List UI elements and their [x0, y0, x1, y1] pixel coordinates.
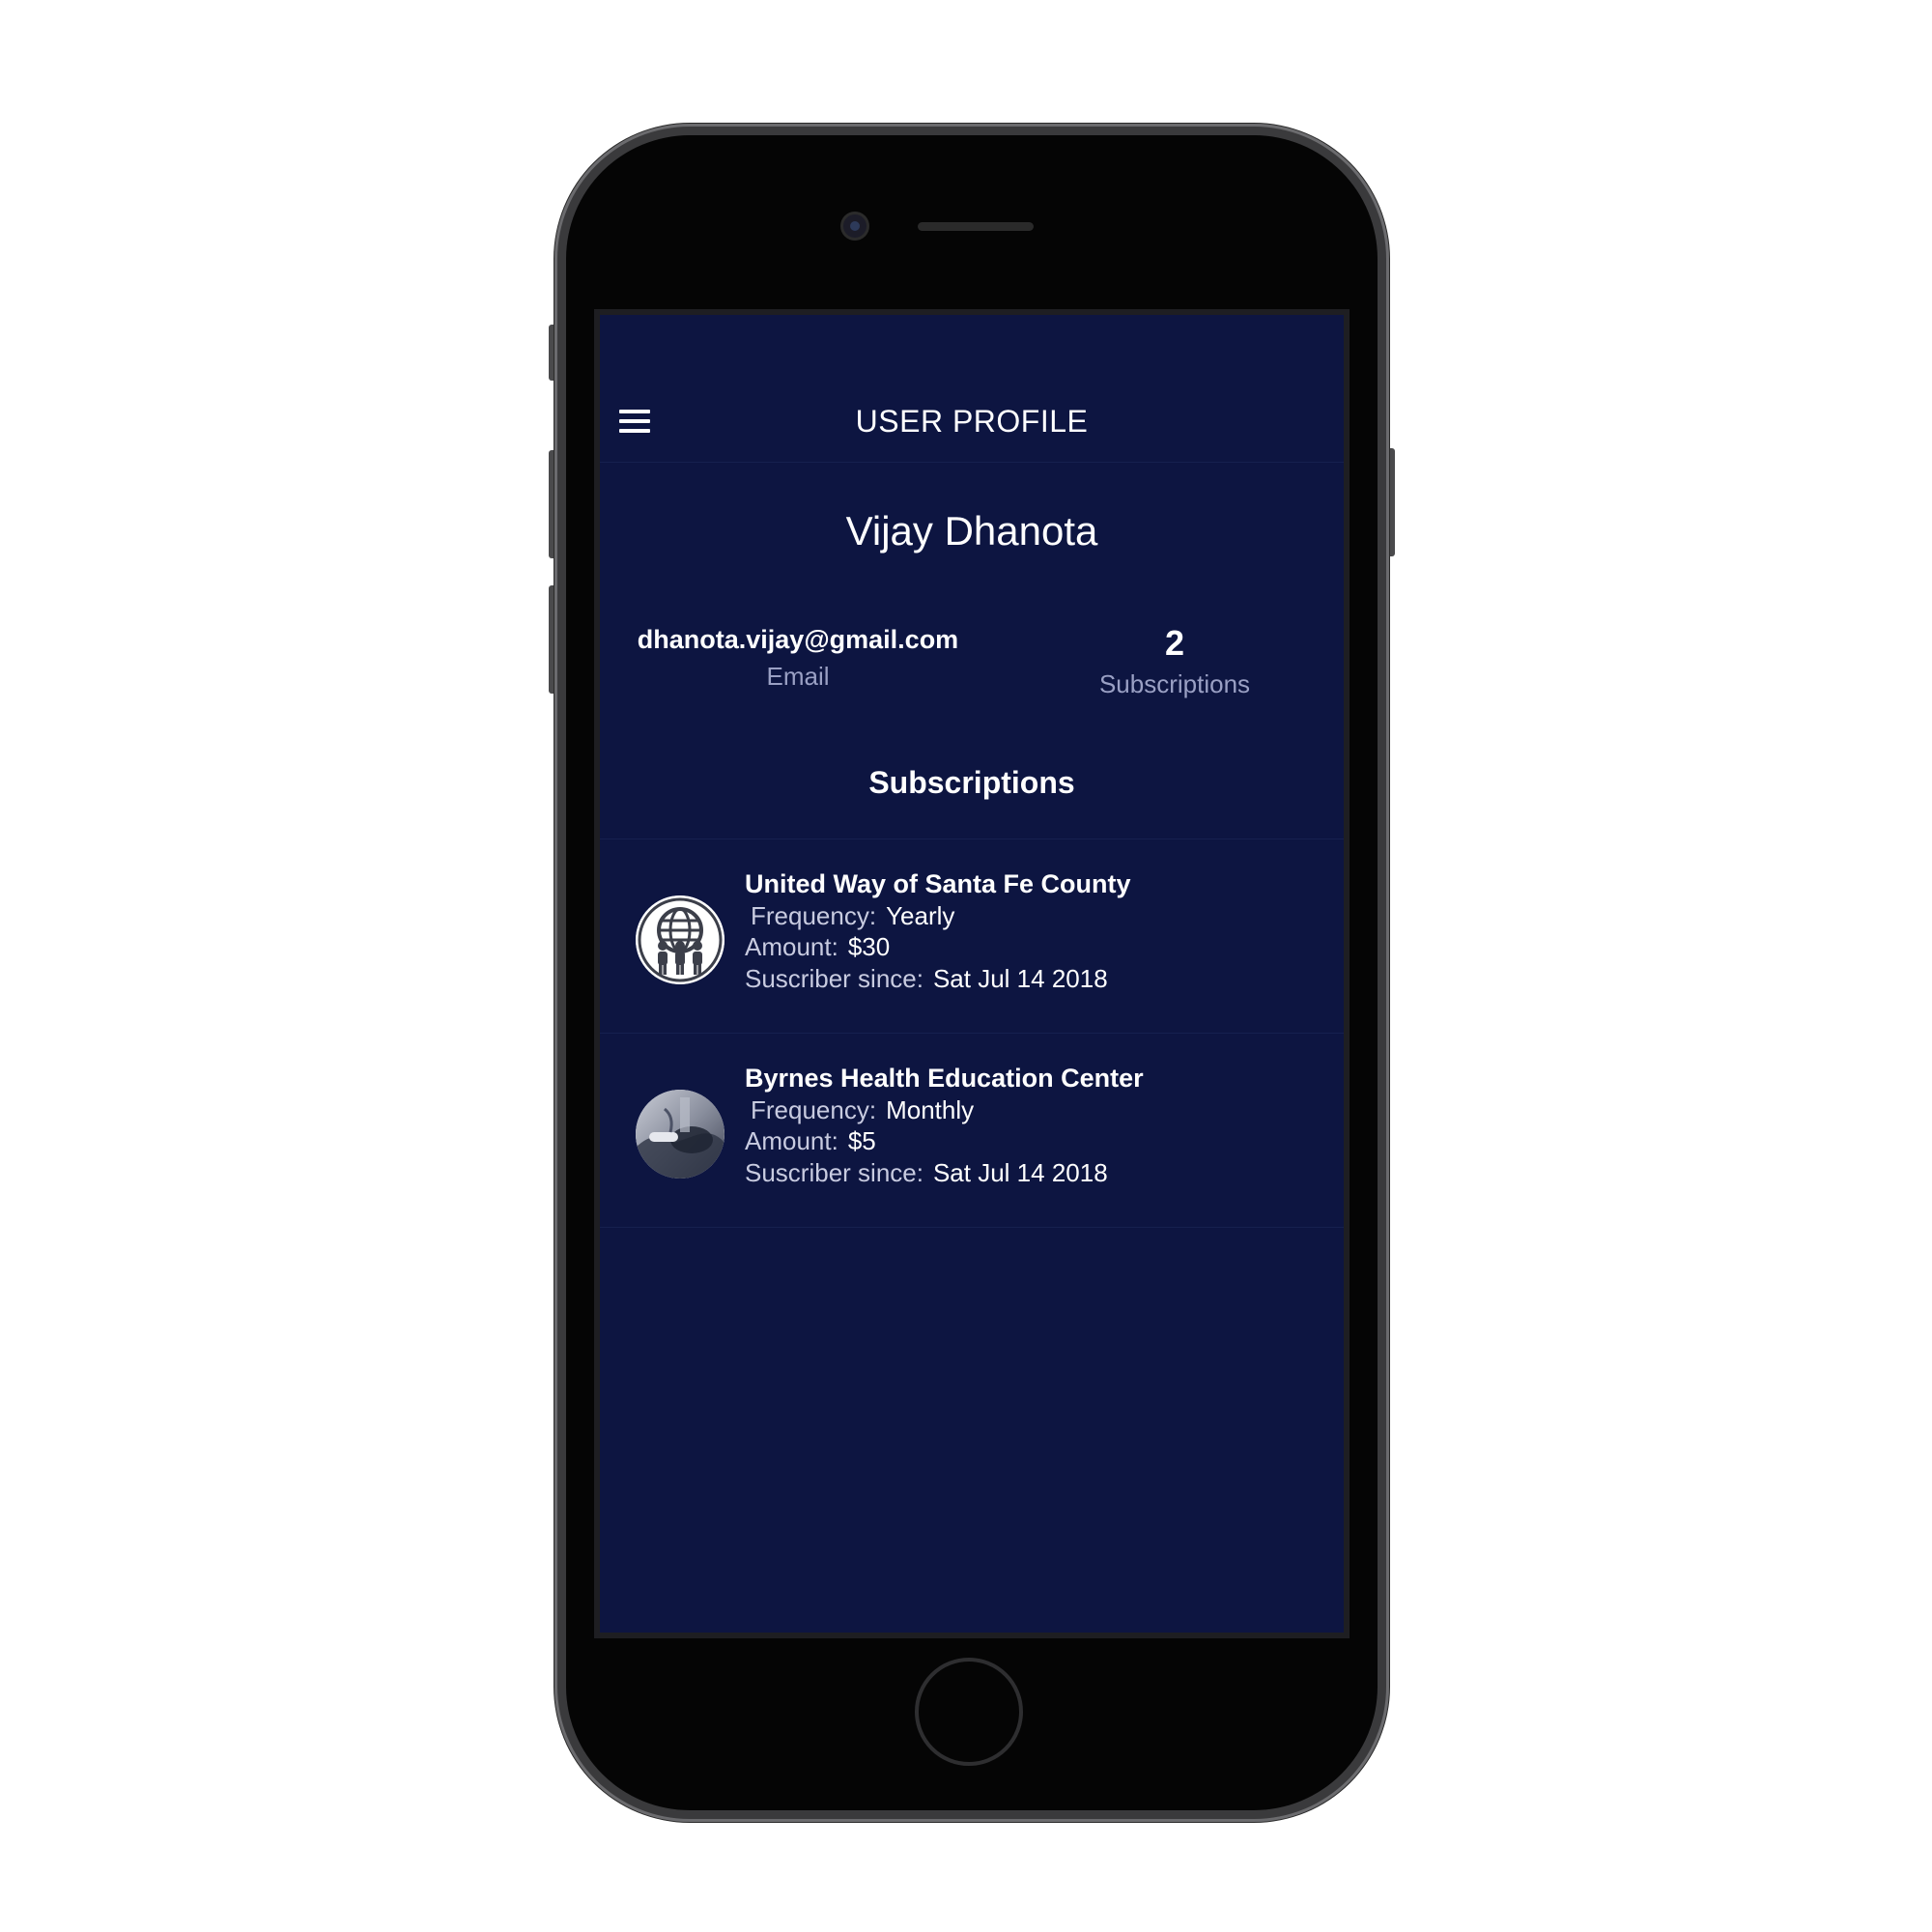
user-name: Vijay Dhanota — [845, 508, 1098, 554]
frequency-label: Frequency: — [751, 900, 877, 930]
email-label: Email — [766, 662, 830, 691]
subscription-count-value: 2 — [1164, 623, 1185, 663]
email-stat: dhanota.vijay@gmail.com Email — [610, 622, 986, 696]
home-button[interactable] — [915, 1658, 1023, 1766]
front-camera — [843, 214, 867, 238]
subscription-details: United Way of Santa Fe County Frequency:… — [745, 868, 1131, 994]
subscription-item[interactable]: Byrnes Health Education Center Frequency… — [600, 1034, 1344, 1228]
top-app-bar: USER PROFILE — [600, 315, 1344, 463]
amount-value: $30 — [847, 932, 891, 961]
amount-label: Amount: — [745, 1126, 838, 1155]
subscriber-since-row: Suscriber since: Sat Jul 14 2018 — [745, 1157, 1144, 1189]
app-screen: USER PROFILE Vijay Dhanota dhanota.vijay… — [594, 309, 1350, 1638]
frequency-label: Frequency: — [751, 1094, 877, 1124]
subscription-count-stat: 2 Subscriptions — [1006, 622, 1344, 703]
health-checkup-photo — [636, 1090, 724, 1179]
frequency-value: Yearly — [886, 900, 955, 930]
frequency-row: Frequency: Monthly — [745, 1094, 1144, 1126]
frequency-row: Frequency: Yearly — [745, 900, 1131, 932]
organization-name: Byrnes Health Education Center — [745, 1064, 1144, 1093]
subscriptions-heading: Subscriptions — [868, 765, 1075, 800]
subscriptions-list: United Way of Santa Fe County Frequency:… — [600, 838, 1344, 1228]
amount-row: Amount: $30 — [745, 931, 1131, 963]
subscription-item[interactable]: United Way of Santa Fe County Frequency:… — [600, 839, 1344, 1034]
subscriber-since-value: Sat Jul 14 2018 — [932, 1157, 1108, 1187]
earpiece-speaker — [918, 222, 1034, 231]
email-value: dhanota.vijay@gmail.com — [637, 625, 959, 654]
frequency-value: Monthly — [886, 1094, 975, 1124]
amount-value: $5 — [847, 1126, 876, 1155]
amount-label: Amount: — [745, 932, 838, 961]
organization-name: United Way of Santa Fe County — [745, 869, 1131, 898]
subscriber-since-row: Suscriber since: Sat Jul 14 2018 — [745, 963, 1131, 995]
subscriber-since-value: Sat Jul 14 2018 — [932, 963, 1108, 993]
subscriber-since-label: Suscriber since: — [745, 1157, 923, 1187]
amount-row: Amount: $5 — [745, 1125, 1144, 1157]
globe-people-icon — [636, 895, 724, 984]
subscription-details: Byrnes Health Education Center Frequency… — [745, 1063, 1144, 1188]
subscriber-since-label: Suscriber since: — [745, 963, 923, 993]
subscription-count-label: Subscriptions — [1098, 669, 1251, 698]
page-title: USER PROFILE — [855, 404, 1089, 439]
device-mockup: USER PROFILE Vijay Dhanota dhanota.vijay… — [0, 0, 1932, 1932]
